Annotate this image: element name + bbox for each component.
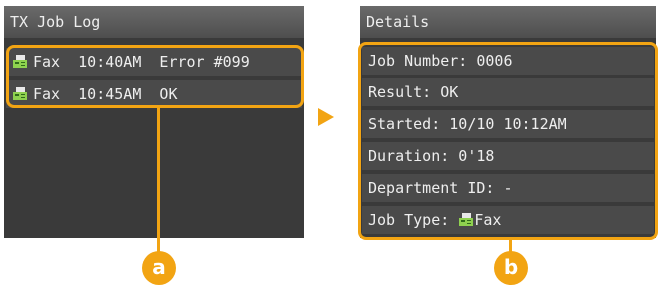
screen-title: Details <box>360 6 656 38</box>
callout-b-badge: b <box>494 251 528 285</box>
highlight-frame-a <box>6 45 304 108</box>
screen-title: TX Job Log <box>4 6 304 38</box>
arrow-right-icon <box>318 108 334 126</box>
leader-line-a <box>157 108 160 252</box>
callout-a-badge: a <box>142 251 176 285</box>
tx-job-log-screen: TX Job Log Fax 10:40AM Error #099 Fax 10… <box>4 6 304 238</box>
highlight-frame-b <box>358 42 658 240</box>
